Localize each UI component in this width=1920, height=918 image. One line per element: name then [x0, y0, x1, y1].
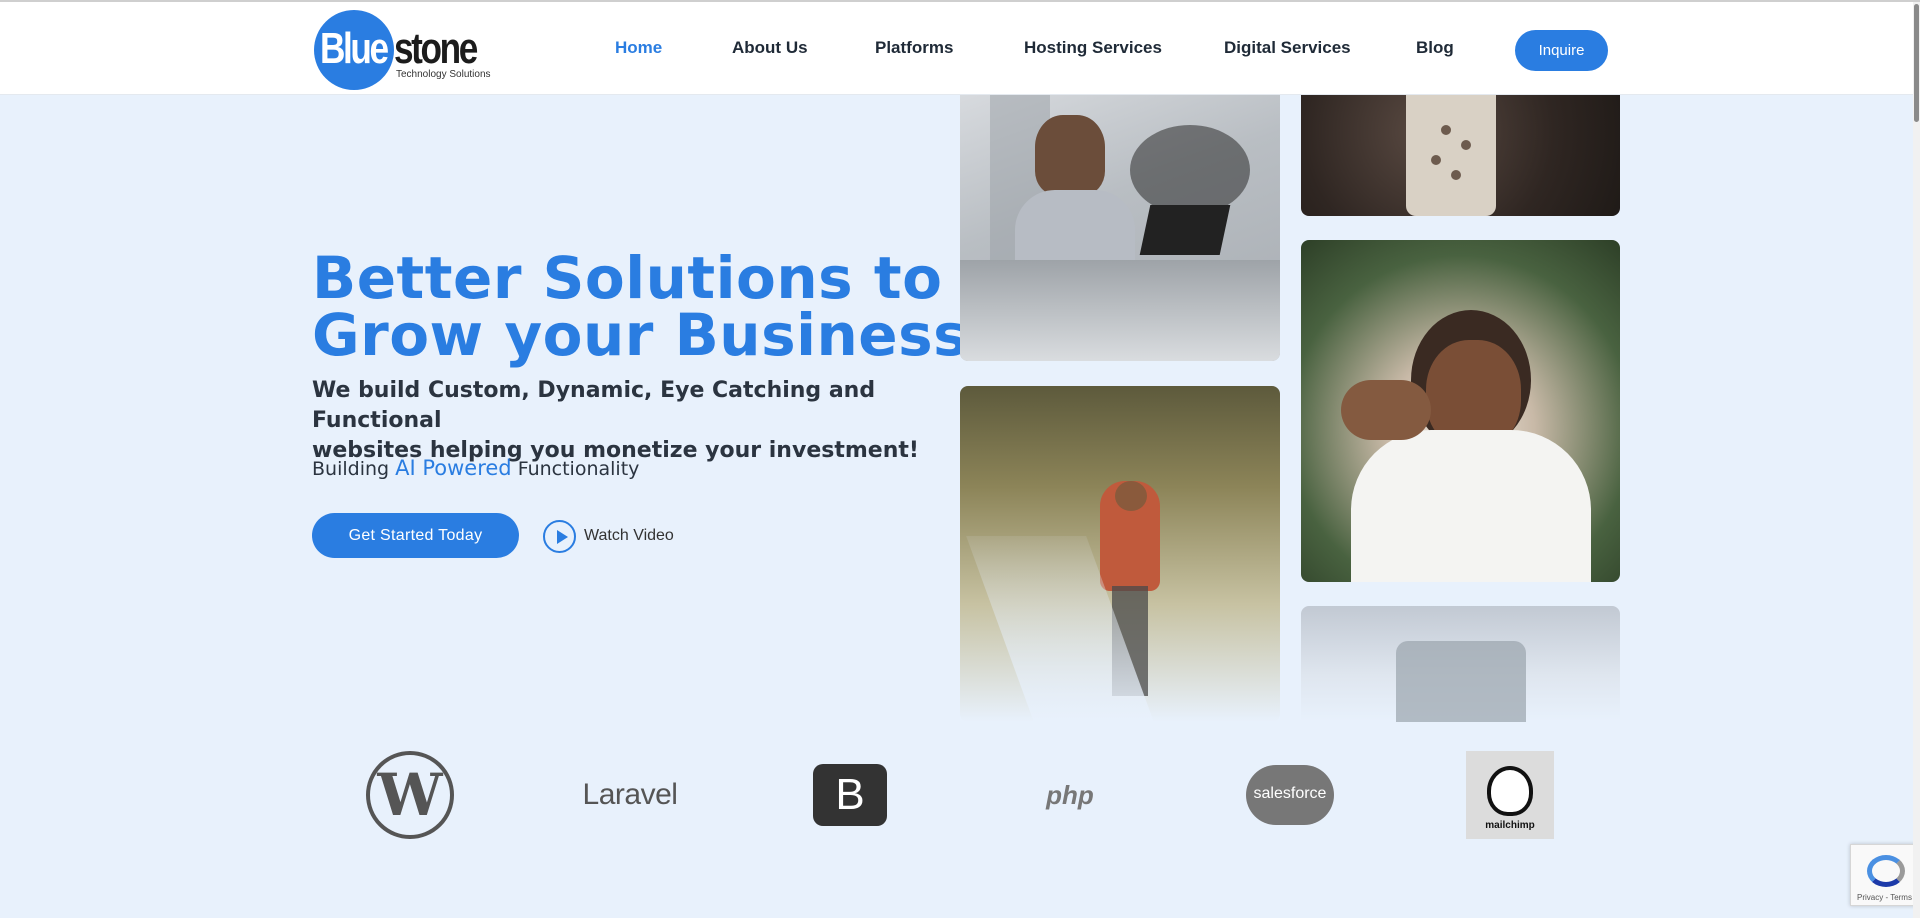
logo-tagline: Technology Solutions [396, 69, 491, 80]
hero-title-line2: Grow your Business [312, 301, 969, 369]
bootstrap-logo: B [810, 750, 890, 840]
logo-stone-text: stone [394, 24, 478, 73]
bluestone-logo[interactable]: Blue stone Technology Solutions [314, 10, 494, 90]
inquire-button[interactable]: Inquire [1515, 30, 1608, 71]
smiling-woman-photo [1301, 240, 1620, 582]
nav-blog[interactable]: Blog [1416, 38, 1454, 58]
mailchimp-logo: mailchimp [1466, 750, 1554, 840]
hero-title-line1: Better Solutions to [312, 244, 943, 312]
recaptcha-footer[interactable]: Privacy - Terms [1857, 893, 1912, 902]
mailchimp-icon [1487, 766, 1533, 816]
nav-about-us[interactable]: About Us [732, 38, 808, 58]
ai-powered-line: Building AI Powered Functionality [312, 456, 639, 480]
bootstrap-icon: B [813, 764, 887, 826]
hero-subtitle-line1: We build Custom, Dynamic, Eye Catching a… [312, 378, 876, 433]
site-header: Blue stone Technology Solutions Home Abo… [0, 0, 1920, 95]
recaptcha-icon [1867, 855, 1905, 887]
nav-digital-services[interactable]: Digital Services [1224, 38, 1351, 58]
wordpress-logo: W [365, 750, 455, 840]
ai-suffix: Functionality [517, 458, 640, 480]
scrollbar-thumb[interactable] [1914, 4, 1919, 122]
woman-at-laptop-photo [960, 95, 1280, 361]
salesforce-logo: salesforce [1245, 750, 1335, 840]
nav-platforms[interactable]: Platforms [875, 38, 953, 58]
salesforce-cloud-icon: salesforce [1246, 765, 1334, 825]
logo-blue-text: Blue [320, 24, 389, 73]
ai-highlight: AI Powered [395, 456, 512, 480]
page-scrollbar[interactable] [1913, 2, 1920, 918]
get-started-button[interactable]: Get Started Today [312, 513, 519, 558]
hero-subtitle: We build Custom, Dynamic, Eye Catching a… [312, 376, 932, 466]
hero-title: Better Solutions to Grow your Business [312, 244, 969, 369]
php-logo: php [1046, 779, 1094, 810]
nav-hosting-services[interactable]: Hosting Services [1024, 38, 1162, 58]
watch-video-button[interactable]: Watch Video [543, 519, 674, 553]
mailchimp-box: mailchimp [1466, 751, 1554, 839]
ai-prefix: Building [312, 458, 390, 480]
woman-walking-photo [960, 386, 1280, 722]
watch-video-label: Watch Video [584, 527, 674, 544]
phone-photo [1301, 606, 1620, 722]
smartwatch-photo [1301, 95, 1620, 216]
laravel-logo: Laravel [582, 778, 678, 811]
mailchimp-label: mailchimp [1485, 820, 1535, 831]
play-icon [543, 519, 576, 553]
wordpress-icon: W [366, 751, 454, 839]
nav-home[interactable]: Home [615, 38, 662, 58]
recaptcha-badge[interactable]: Privacy - Terms [1850, 844, 1920, 906]
